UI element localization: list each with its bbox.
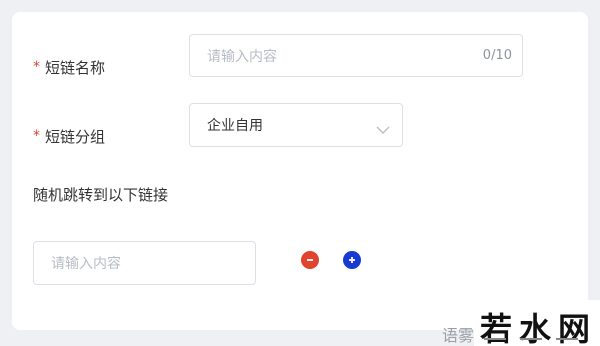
- add-link-button[interactable]: [343, 251, 361, 269]
- minus-circle-icon: [307, 259, 313, 261]
- char-counter: 0/10: [482, 48, 512, 63]
- form-card: * 短链名称 请输入内容 0/10 * 短链分组 企业自用 随机跳转到以下链接 …: [12, 12, 588, 330]
- remove-link-button[interactable]: [301, 251, 319, 269]
- plus-circle-icon: [349, 257, 355, 263]
- short-link-group-select[interactable]: 企业自用: [189, 103, 403, 147]
- redirect-link-placeholder: 请输入内容: [51, 256, 121, 272]
- short-link-name-label-text: 短链名称: [45, 58, 106, 77]
- short-link-group-row: * 短链分组: [33, 115, 105, 157]
- required-mark: *: [33, 59, 40, 75]
- watermark-logo: 若水网: [474, 300, 600, 346]
- short-link-group-label-text: 短链分组: [45, 127, 106, 146]
- short-link-name-row: * 短链名称: [33, 46, 105, 88]
- short-link-group-label: * 短链分组: [33, 126, 105, 147]
- selected-group-value: 企业自用: [207, 118, 263, 134]
- watermark-underline: [484, 338, 584, 342]
- short-link-name-label: * 短链名称: [33, 57, 105, 78]
- redirect-link-input[interactable]: 请输入内容: [33, 241, 256, 285]
- short-link-name-input[interactable]: 请输入内容 0/10: [189, 34, 523, 77]
- redirect-section-label: 随机跳转到以下链接: [33, 185, 169, 204]
- redirect-section: 随机跳转到以下链接: [33, 182, 168, 206]
- short-link-name-placeholder: 请输入内容: [207, 48, 277, 65]
- chevron-down-icon: [376, 120, 390, 139]
- watermark-text: 语雾: [442, 326, 475, 345]
- required-mark: *: [33, 128, 40, 144]
